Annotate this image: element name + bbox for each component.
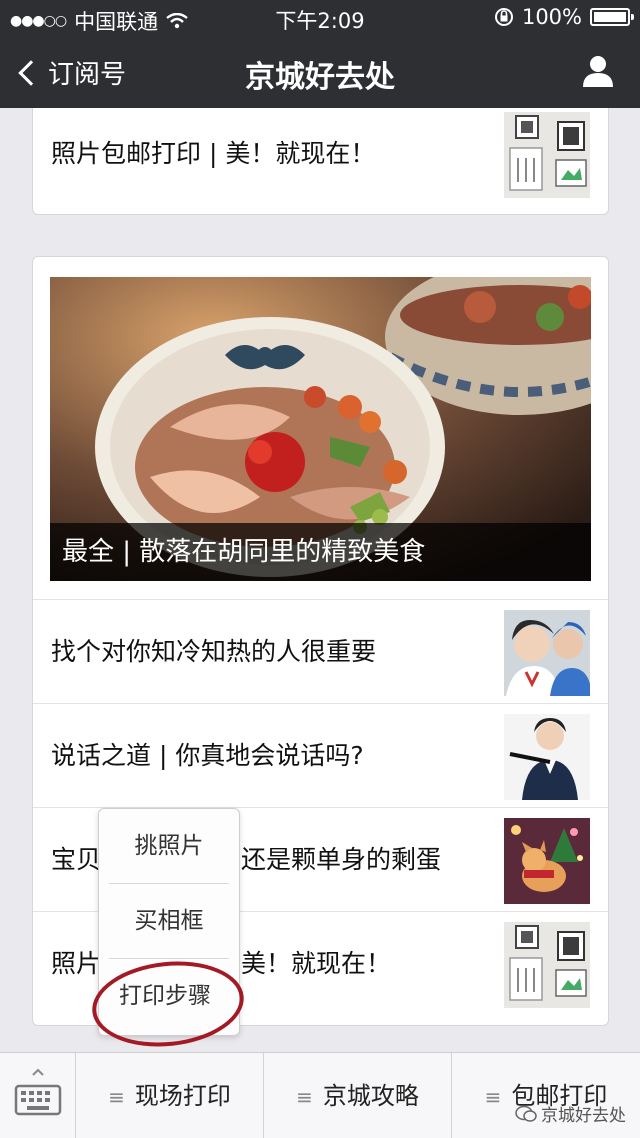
frames-photo-thumbnail (504, 922, 590, 1008)
watermark-text: 京城好去处 (541, 1106, 626, 1126)
watermark: 京城好去处 (515, 1101, 626, 1126)
hero-title: 最全 | 散落在胡同里的精致美食 (50, 523, 591, 581)
article-title-left: 宝贝 (51, 845, 102, 874)
battery-percent: 100% (521, 5, 582, 29)
article-title: 照片包邮打印 | 美！就现在！ (51, 139, 376, 168)
dog-photo-thumbnail (504, 818, 590, 904)
battery-icon (590, 8, 634, 26)
article-title: 找个对你知冷知热的人很重要 (51, 637, 377, 666)
submenu-item-print-steps[interactable]: 打印步骤 (99, 959, 239, 1033)
frames-photo-thumbnail (504, 112, 590, 198)
article-title: 说话之道 | 你真地会说话吗? (51, 741, 364, 770)
menu-lines-icon: ≡ (484, 1085, 502, 1109)
keyboard-toggle-button[interactable] (0, 1053, 76, 1138)
bottom-menu-bar: ≡ 现场打印 ≡ 京城攻略 ≡ 包邮打印 京城好去处 (0, 1052, 640, 1138)
rotation-lock-icon (494, 8, 513, 26)
article-title-right: 还是颗单身的剩蛋 (241, 845, 442, 874)
submenu-item-buy-frames[interactable]: 买相框 (99, 884, 239, 958)
article-row[interactable]: 照片包邮打印 | 美！就现在！ (33, 108, 608, 214)
profile-icon[interactable] (582, 54, 614, 88)
article-title-right: 美！就现在！ (241, 949, 392, 978)
menu-label: 京城攻略 (322, 1082, 419, 1110)
menu-lines-icon: ≡ (108, 1085, 125, 1109)
people-photo-thumbnail (504, 610, 590, 696)
menu-lines-icon: ≡ (296, 1085, 313, 1109)
page-title: 京城好去处 (245, 60, 395, 95)
article-row[interactable]: 找个对你知冷知热的人很重要 (33, 599, 608, 703)
menu-button-city-guide[interactable]: ≡ 京城攻略 (264, 1053, 452, 1138)
nav-bar: 订阅号 京城好去处 (0, 36, 640, 108)
submenu-item-pick-photos[interactable]: 挑照片 (99, 809, 239, 883)
article-card-top: 照片包邮打印 | 美！就现在！ (32, 108, 609, 215)
status-bar: ●●●○○ 中国联通 下午2:09 100% (0, 0, 640, 36)
man-photo-thumbnail (504, 714, 590, 800)
article-row[interactable]: 说话之道 | 你真地会说话吗? (33, 703, 608, 807)
hero-article[interactable]: 最全 | 散落在胡同里的精致美食 (50, 277, 591, 581)
keyboard-icon (14, 1068, 62, 1116)
submenu-popup: 挑照片 买相框 打印步骤 (98, 808, 240, 1036)
wechat-logo-icon (515, 1105, 537, 1122)
menu-button-onsite-print[interactable]: ≡ 现场打印 (76, 1053, 264, 1138)
menu-label: 现场打印 (134, 1082, 231, 1110)
article-title-left: 照片 (51, 949, 102, 978)
